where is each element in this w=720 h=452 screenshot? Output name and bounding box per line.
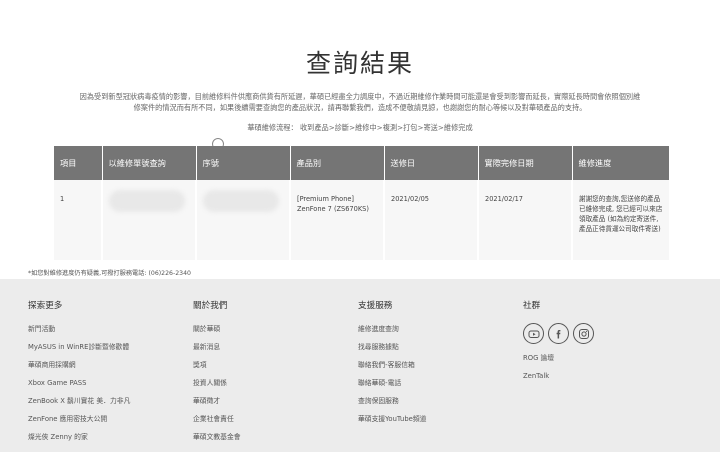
header-order-query: 以維修單號查詢 <box>101 146 196 180</box>
header-item: 項目 <box>54 146 102 180</box>
footer-link-events[interactable]: 新門活動 <box>28 325 130 343</box>
footer-link-repair-status[interactable]: 維修進度查詢 <box>358 325 426 343</box>
header-product: 產品別 <box>289 146 384 180</box>
cell-product: [Premium Phone] ZenFone 7 (ZS670KS) <box>289 180 384 260</box>
site-footer: 探索更多 新門活動 MyASUS in WinRE診斷暨修歡體 華碩商用採購網 … <box>0 279 720 452</box>
footer-link-business-store[interactable]: 華碩商用採購網 <box>28 361 130 379</box>
footer-link-myasus[interactable]: MyASUS in WinRE診斷暨修歡體 <box>28 343 130 361</box>
footer-link-warranty[interactable]: 查詢保固服務 <box>358 397 426 415</box>
redacted-serial <box>203 190 279 212</box>
footer-link-careers[interactable]: 華碩徵才 <box>193 397 241 415</box>
footer-link-zentalk[interactable]: ZenTalk <box>523 372 594 390</box>
footer-link-contact-phone[interactable]: 聯絡華碩-電話 <box>358 379 426 397</box>
results-table: 項目 以維修單號查詢 序號 產品別 送修日 實際完修日期 維修進度 1 [Pre… <box>54 146 669 260</box>
footer-social-title: 社群 <box>523 301 541 311</box>
footer-link-news[interactable]: 最新消息 <box>193 343 241 361</box>
social-icons <box>523 323 594 344</box>
footer-support: 支援服務 維修進度查詢 找尋服務據點 聯絡我們-客服信箱 聯絡華碩-電話 查詢保… <box>358 299 426 433</box>
product-category: [Premium Phone] <box>297 195 355 203</box>
page-title: 查詢結果 <box>305 49 414 78</box>
header-sent-date: 送修日 <box>383 146 478 180</box>
service-phone-note: *如您對維修進度仍有疑義,可撥打服務電話: (06)226-2340 <box>28 270 191 277</box>
table-header-row: 項目 以維修單號查詢 序號 產品別 送修日 實際完修日期 維修進度 <box>54 146 669 180</box>
footer-link-rog-forum[interactable]: ROG 論壇 <box>523 354 594 372</box>
footer-link-awards[interactable]: 獎項 <box>193 361 241 379</box>
footer-link-xbox[interactable]: Xbox Game PASS <box>28 379 130 397</box>
product-model: ZenFone 7 (ZS670KS) <box>297 205 369 213</box>
header-progress: 維修進度 <box>571 146 669 180</box>
notice-line-1: 因為受到新型冠狀病毒疫情的影響，目前維修料件供應商供貨有所延遲，華碩已經盡全力調… <box>79 92 641 101</box>
redacted-order-number <box>109 190 185 212</box>
footer-link-zenfone-tips[interactable]: ZenFone 應用密技大公開 <box>28 415 130 433</box>
footer-social: 社群 ROG 論壇 ZenTalk <box>523 299 594 390</box>
footer-link-zenbook[interactable]: ZenBook X 鬍川實花 美．力非凡 <box>28 397 130 415</box>
footer-link-investors[interactable]: 投資人關係 <box>193 379 241 397</box>
footer-support-title: 支援服務 <box>358 301 393 311</box>
cell-serial <box>195 180 290 260</box>
header-serial: 序號 <box>195 146 290 180</box>
cell-done-date: 2021/02/17 <box>477 180 572 260</box>
footer-link-youtube-support[interactable]: 華碩支援YouTube頻道 <box>358 415 426 433</box>
footer-link-service-locations[interactable]: 找尋服務據點 <box>358 343 426 361</box>
footer-link-csr[interactable]: 企業社會責任 <box>193 415 241 433</box>
youtube-icon[interactable] <box>523 323 544 344</box>
covid-notice: 因為受到新型冠狀病毒疫情的影響，目前維修料件供應商供貨有所延遲，華碩已經盡全力調… <box>22 91 698 113</box>
footer-link-zenny[interactable]: 燦光俠 Zenny 的家 <box>28 433 130 451</box>
footer-about-title: 關於我們 <box>193 301 228 311</box>
table-row: 1 [Premium Phone] ZenFone 7 (ZS670KS) 20… <box>54 180 669 260</box>
cell-item: 1 <box>54 180 102 260</box>
notice-line-2: 修案件的情況而有所不同，如果後續需要查詢您的產品狀況，請再聯繫我們，造成不便敬請… <box>133 103 587 112</box>
footer-link-foundation[interactable]: 華碩文教基金會 <box>193 433 241 451</box>
facebook-icon[interactable] <box>548 323 569 344</box>
footer-link-about-asus[interactable]: 關於華碩 <box>193 325 241 343</box>
header-done-date: 實際完修日期 <box>477 146 572 180</box>
footer-about: 關於我們 關於華碩 最新消息 獎項 投資人關係 華碩徵才 企業社會責任 華碩文教… <box>193 299 241 451</box>
footer-explore: 探索更多 新門活動 MyASUS in WinRE診斷暨修歡體 華碩商用採購網 … <box>28 299 130 451</box>
cell-order-number <box>101 180 196 260</box>
cell-progress: 謝謝您的查詢,您送修的產品已維修完成, 您已經可以來店領取產品 (如為約定寄送件… <box>571 180 669 260</box>
footer-link-contact-email[interactable]: 聯絡我們-客服信箱 <box>358 361 426 379</box>
cell-sent-date: 2021/02/05 <box>383 180 478 260</box>
repair-flow: 華碩維修流程： 收到產品>診斷>維修中>複測>打包>寄送>維修完成 <box>247 123 473 132</box>
footer-explore-title: 探索更多 <box>28 301 63 311</box>
instagram-icon[interactable] <box>573 323 594 344</box>
